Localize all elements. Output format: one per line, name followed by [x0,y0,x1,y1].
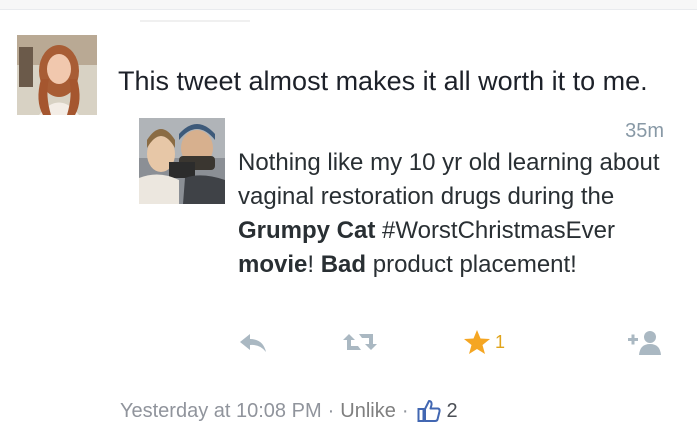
like-count[interactable]: 2 [447,400,458,423]
favorite-button[interactable]: 1 [463,325,505,359]
post-text: This tweet almost makes it all worth it … [118,66,648,96]
unlike-link[interactable]: Unlike [340,400,396,423]
tweet-avatar[interactable] [139,118,225,204]
top-divider [0,0,697,10]
post-footer: Yesterday at 10:08 PM · Unlike · 2 [120,396,458,426]
tweet-bold-text: Grumpy Cat [238,217,376,244]
separator: · [401,399,409,422]
follow-button[interactable] [628,325,662,359]
tweet-text: ! [307,251,321,278]
tweet-actions: 1 [238,325,678,365]
thumbs-up-icon[interactable] [417,399,441,423]
tweet-text: #WorstChristmasEver [375,217,615,244]
retweet-icon [343,330,377,354]
tweet-timestamp: 35m [625,120,664,142]
reply-button[interactable] [238,325,268,359]
tweet-body: Nothing like my 10 yr old learning about… [238,146,678,282]
post-timestamp[interactable]: Yesterday at 10:08 PM [120,400,322,423]
top-tab-strip [140,20,250,22]
favorite-count: 1 [495,331,506,352]
retweet-button[interactable] [343,325,377,359]
tweet-bold-text: movie [238,251,308,278]
separator: · [327,399,335,422]
tweet-text: Nothing like my 10 yr old learning about… [238,149,660,210]
follow-icon [628,329,662,355]
reply-icon [238,330,268,354]
tweet-text: product placement! [366,251,577,278]
tweet-bold-text: Bad [320,251,367,278]
star-icon [463,329,491,355]
poster-avatar[interactable] [17,35,97,115]
